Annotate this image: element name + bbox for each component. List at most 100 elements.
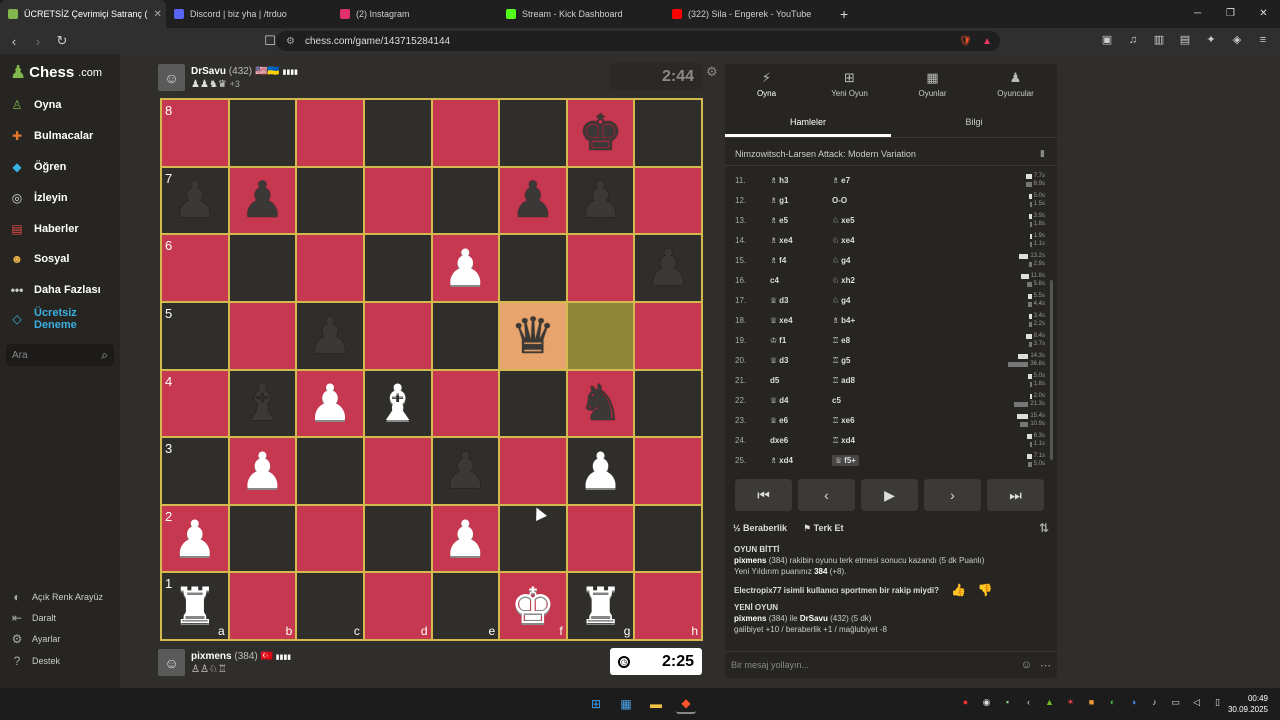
black-move[interactable]: ♘ xe5 (832, 216, 894, 225)
browser-tab[interactable]: ÜCRETSİZ Çevrimiçi Satranç (✕ (0, 0, 166, 28)
resign-button[interactable]: ⚑ Terk Et (803, 523, 843, 534)
panel-tab[interactable]: ⊞ Yeni Oyun (808, 64, 891, 104)
vpn-icon[interactable]: ◈ (1228, 31, 1246, 49)
white-move[interactable]: dxe6 (770, 436, 832, 445)
white-king-icon[interactable]: ♚ (511, 581, 556, 631)
square-f6[interactable] (499, 234, 567, 302)
chess-logo[interactable]: ♟ Chess .com (10, 62, 102, 83)
square-e6[interactable]: ♟ (431, 234, 500, 302)
close-tab-icon[interactable]: ✕ (154, 9, 162, 20)
sidebar-footer-item[interactable]: ◐ Açık Renk Arayüz (10, 590, 103, 604)
white-move[interactable]: ♕ e6 (770, 416, 832, 425)
square-g2[interactable] (566, 504, 635, 573)
opening-name[interactable]: Nimzowitsch-Larsen Attack: Modern Variat… (735, 149, 916, 159)
square-b2[interactable] (228, 504, 297, 573)
black-pawn-icon[interactable]: ♟ (578, 175, 623, 225)
black-pawn-icon[interactable]: ♟ (172, 175, 217, 225)
square-c5[interactable]: ♟ (296, 301, 364, 370)
sidebar-item[interactable]: ◎ İzleyin (8, 187, 116, 209)
winner-name[interactable]: pixmens (734, 556, 766, 565)
square-g6[interactable] (566, 234, 635, 302)
black-pawn-icon[interactable]: ♟ (511, 175, 556, 225)
draw-button[interactable]: ½ Beraberlik (733, 523, 787, 533)
square-d5[interactable] (363, 301, 432, 370)
move-list-scrollbar[interactable] (1050, 280, 1053, 460)
url-field[interactable]: ⚙ chess.com/game/143715284144 🛡 ▲ (276, 31, 1000, 51)
first-move-button[interactable]: ⏮ (735, 479, 792, 511)
menu-icon[interactable]: ≡ (1254, 31, 1272, 49)
network-icon[interactable]: ▭ (1169, 696, 1182, 709)
flip-board-icon[interactable]: ⇅ (1039, 521, 1049, 535)
square-f8[interactable] (499, 99, 567, 167)
file-explorer-icon[interactable]: ▬ (646, 694, 666, 714)
square-b4[interactable]: ♝ (228, 369, 297, 438)
black-move[interactable]: O-O (832, 196, 894, 205)
square-b3[interactable]: ♟ (228, 437, 297, 505)
minimize-button[interactable]: ─ (1181, 0, 1214, 28)
brave-shield-icon[interactable]: 🛡 (959, 36, 972, 47)
settings-gear-icon[interactable]: ⚙ (706, 64, 718, 80)
black-bishop-icon[interactable]: ♝ (240, 378, 285, 428)
white-rook-icon[interactable]: ♜ (172, 581, 217, 631)
white-move[interactable]: ♗ xe4 (770, 236, 832, 245)
square-a7[interactable]: ♟ 7 (161, 166, 229, 235)
square-f5[interactable]: ♛ (499, 301, 567, 370)
sidebar-item[interactable]: ♙ Oyna (8, 94, 116, 116)
previous-move-button[interactable]: ‹ (798, 479, 855, 511)
record-icon[interactable]: ● (959, 696, 972, 709)
black-queen-icon[interactable]: ♛ (511, 311, 556, 361)
white-rook-icon[interactable]: ♜ (578, 581, 623, 631)
square-c4[interactable]: ♟ (296, 369, 364, 438)
square-b8[interactable] (228, 99, 297, 167)
maximize-button[interactable]: ❐ (1214, 0, 1247, 28)
square-e3[interactable]: ♟ (431, 437, 500, 505)
white-move[interactable]: ♗ f4 (770, 256, 832, 265)
nvidia-icon[interactable]: ▲ (1043, 696, 1056, 709)
white-move[interactable]: ♕ d3 (770, 356, 832, 365)
square-g8[interactable]: ♚ (566, 99, 635, 167)
black-move[interactable]: ♖ g5 (832, 356, 894, 365)
white-pawn-icon[interactable]: ♟ (308, 378, 353, 428)
black-move[interactable]: ♗ b4+ (832, 316, 894, 325)
white-move[interactable]: ♔ f1 (770, 336, 832, 345)
antivirus-icon[interactable]: ✶ (1064, 696, 1077, 709)
next-move-button[interactable]: › (924, 479, 981, 511)
black-move[interactable]: ♗ e7 (832, 176, 894, 185)
square-h3[interactable] (634, 437, 702, 505)
thumbs-up-icon[interactable]: 👍 (951, 584, 966, 596)
microphone-icon[interactable]: ♪ (1148, 696, 1161, 709)
square-d3[interactable] (363, 437, 432, 505)
square-a6[interactable]: 6 (161, 234, 229, 302)
player-name[interactable]: pixmens (191, 651, 232, 662)
square-c7[interactable] (296, 166, 364, 235)
white-move[interactable]: ♕ d3 (770, 296, 832, 305)
square-h5[interactable] (634, 301, 702, 370)
square-e2[interactable]: ♟ (431, 504, 500, 573)
square-a8[interactable]: 8 (161, 99, 229, 167)
square-a2[interactable]: ♟ 2 (161, 504, 229, 573)
square-f4[interactable] (499, 369, 567, 438)
black-move[interactable]: ♕ f5+ (832, 454, 859, 466)
browser-tab[interactable]: Stream - Kick Dashboard (498, 0, 664, 28)
black-move[interactable]: ♘ xe4 (832, 236, 894, 245)
square-a3[interactable]: 3 (161, 437, 229, 505)
white-pawn-icon[interactable]: ♟ (443, 514, 488, 564)
square-c2[interactable] (296, 504, 364, 573)
square-b6[interactable] (228, 234, 297, 302)
black-pawn-icon[interactable]: ♟ (308, 311, 353, 361)
white-bishop-icon[interactable]: ♝ (375, 378, 420, 428)
sidebar-item[interactable]: ✚ Bulmacalar (8, 125, 116, 147)
square-e4[interactable] (431, 369, 500, 438)
music-icon[interactable]: ♫ (1124, 31, 1142, 49)
close-window-button[interactable]: ✕ (1247, 0, 1280, 28)
tray-app-3-icon[interactable]: ◐ (1106, 696, 1119, 709)
white-move[interactable]: ♗ xd4 (770, 456, 832, 465)
sidebar-footer-item[interactable]: ? Destek (10, 654, 60, 668)
square-g7[interactable]: ♟ (566, 166, 635, 235)
browser-tab[interactable]: (322) Sila - Engerek - YouTube (664, 0, 830, 28)
square-e7[interactable] (431, 166, 500, 235)
white-pawn-icon[interactable]: ♟ (443, 243, 488, 293)
square-h1[interactable]: h (634, 572, 702, 640)
square-g5[interactable] (566, 301, 635, 370)
square-a1[interactable]: ♜ 1 a (161, 572, 229, 640)
